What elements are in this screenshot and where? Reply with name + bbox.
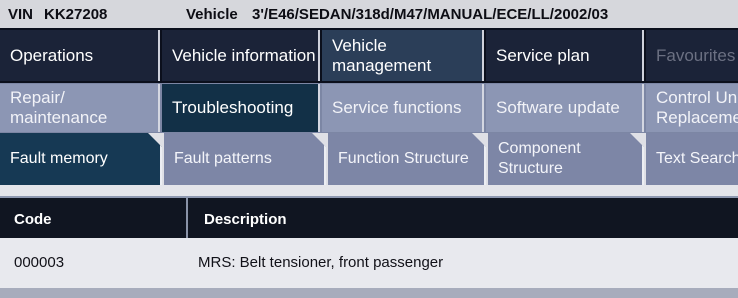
- tab-function-structure[interactable]: Function Structure: [328, 133, 486, 185]
- fault-description: MRS: Belt tensioner, front passenger: [198, 254, 444, 271]
- tab-repair-maintenance[interactable]: Repair/ maintenance: [0, 84, 160, 132]
- tab-troubleshooting-label: Troubleshooting: [172, 98, 294, 117]
- tab-service-functions[interactable]: Service functions: [322, 84, 484, 132]
- tab-software-update-label: Software update: [496, 98, 620, 117]
- tab-fault-patterns-label: Fault patterns: [174, 150, 272, 167]
- main-tab-bar: Operations Vehicle information Vehicle m…: [0, 28, 738, 83]
- tab-component-structure-label: Component Structure: [498, 140, 581, 177]
- tab-text-search[interactable]: Text Search: [646, 133, 738, 185]
- column-header-description-label: Description: [204, 210, 287, 228]
- sub-tab-bar: Repair/ maintenance Troubleshooting Serv…: [0, 83, 738, 133]
- tab-operations-label: Operations: [10, 45, 94, 65]
- tab-fault-memory-label: Fault memory: [10, 150, 108, 167]
- tab-favourites[interactable]: Favourites: [646, 30, 738, 81]
- fault-table-header: Code Description: [0, 196, 738, 240]
- column-header-code-label: Code: [14, 210, 52, 228]
- column-header-description[interactable]: Description: [190, 198, 738, 240]
- tab-favourites-label: Favourites: [656, 45, 736, 65]
- vehicle-label: Vehicle: [186, 6, 238, 23]
- tab-fault-memory[interactable]: Fault memory: [0, 133, 162, 185]
- tab-text-search-label: Text Search: [656, 150, 738, 167]
- tab-service-plan-label: Service plan: [496, 45, 590, 65]
- column-header-code[interactable]: Code: [0, 198, 188, 240]
- tab-repair-maintenance-label: Repair/ maintenance: [10, 88, 108, 127]
- tab-service-functions-label: Service functions: [332, 98, 462, 117]
- fault-code: 000003: [14, 254, 65, 271]
- vin-label: VIN: [8, 6, 34, 23]
- section-divider: [0, 185, 738, 196]
- tab-fault-patterns[interactable]: Fault patterns: [164, 133, 326, 185]
- tab-vehicle-information[interactable]: Vehicle information: [162, 30, 320, 81]
- tab-component-structure[interactable]: Component Structure: [488, 133, 644, 185]
- table-row[interactable]: 000003 MRS: Belt tensioner, front passen…: [0, 238, 738, 288]
- tab-control-unit-replacement[interactable]: Control Unit Replacement: [646, 84, 738, 132]
- tab-vehicle-information-label: Vehicle information: [172, 45, 316, 65]
- vehicle-value: 3'/E46/SEDAN/318d/M47/MANUAL/ECE/LL/2002…: [252, 6, 609, 23]
- section-tab-bar: Fault memory Fault patterns Function Str…: [0, 133, 738, 185]
- vin-value: KK27208: [44, 6, 108, 23]
- tab-software-update[interactable]: Software update: [486, 84, 644, 132]
- tab-vehicle-management-label: Vehicle management: [332, 35, 432, 75]
- tab-control-unit-replacement-label: Control Unit Replacement: [656, 88, 738, 127]
- tab-troubleshooting[interactable]: Troubleshooting: [162, 84, 320, 132]
- tab-vehicle-management[interactable]: Vehicle management: [322, 30, 484, 81]
- table-bottom-edge: [0, 288, 738, 298]
- tab-function-structure-label: Function Structure: [338, 150, 469, 167]
- tab-service-plan[interactable]: Service plan: [486, 30, 644, 81]
- tab-operations[interactable]: Operations: [0, 30, 160, 81]
- vehicle-info-bar: VIN KK27208 Vehicle 3'/E46/SEDAN/318d/M4…: [0, 0, 738, 28]
